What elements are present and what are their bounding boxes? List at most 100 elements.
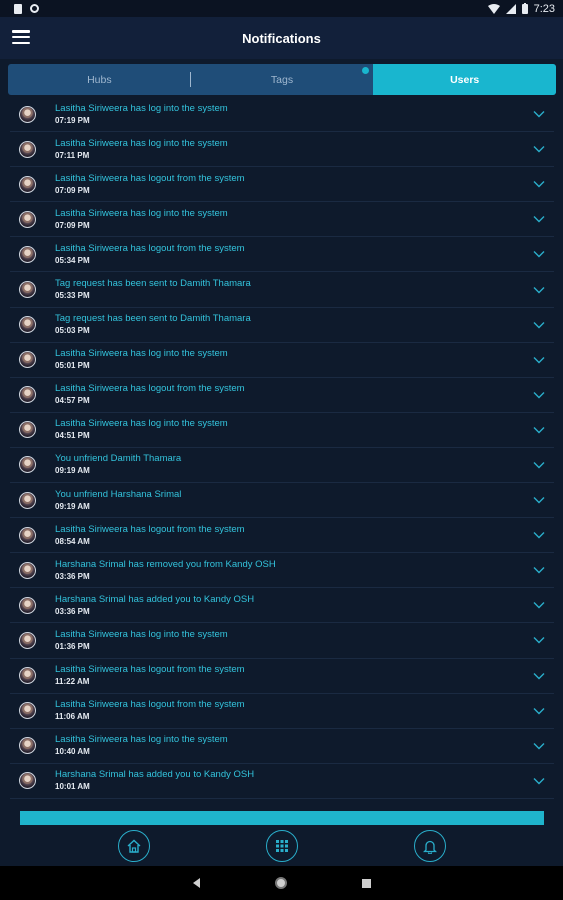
- tab-hubs[interactable]: Hubs: [8, 64, 191, 95]
- notification-row[interactable]: Lasitha Siriweera has logout from the sy…: [10, 237, 554, 273]
- notification-text: Lasitha Siriweera has log into the syste…: [55, 348, 528, 371]
- battery-icon: [521, 3, 528, 14]
- notification-row[interactable]: You unfriend Damith Thamara 09:19 AM: [10, 448, 554, 484]
- sync-icon: [30, 4, 39, 13]
- chevron-down-icon[interactable]: [528, 138, 550, 160]
- notification-time: 05:33 PM: [55, 291, 90, 301]
- notification-row[interactable]: Lasitha Siriweera has log into the syste…: [10, 132, 554, 168]
- chevron-down-icon[interactable]: [528, 559, 550, 581]
- back-icon[interactable]: [192, 878, 200, 888]
- notification-message: Harshana Srimal has added you to Kandy O…: [55, 593, 255, 605]
- home-circle-icon[interactable]: [274, 877, 287, 889]
- tab-label: Hubs: [87, 73, 112, 86]
- notification-message: Lasitha Siriweera has logout from the sy…: [55, 523, 245, 535]
- apps-button[interactable]: [265, 830, 298, 862]
- notification-time: 08:54 AM: [55, 536, 90, 546]
- notification-message: Harshana Srimal has removed you from Kan…: [55, 558, 276, 570]
- avatar: [19, 351, 36, 369]
- chevron-down-icon[interactable]: [528, 208, 550, 230]
- chevron-down-icon[interactable]: [528, 279, 550, 301]
- chevron-down-icon[interactable]: [528, 594, 550, 616]
- chevron-down-icon[interactable]: [528, 384, 550, 406]
- chevron-down-icon[interactable]: [528, 454, 550, 476]
- notification-text: Lasitha Siriweera has logout from the sy…: [55, 664, 528, 687]
- notification-message: Lasitha Siriweera has log into the syste…: [55, 137, 228, 149]
- chevron-down-icon[interactable]: [528, 173, 550, 195]
- notification-message: You unfriend Harshana Srimal: [55, 488, 182, 500]
- grid-icon: [275, 840, 288, 852]
- notification-row[interactable]: Tag request has been sent to Damith Tham…: [10, 308, 554, 343]
- notification-row[interactable]: Lasitha Siriweera has log into the syste…: [10, 729, 554, 764]
- notification-time: 05:01 PM: [55, 361, 90, 371]
- notification-message: Lasitha Siriweera has log into the syste…: [55, 348, 228, 360]
- notification-message: Tag request has been sent to Damith Tham…: [55, 313, 251, 325]
- chevron-down-icon[interactable]: [528, 770, 550, 792]
- chevron-down-icon[interactable]: [528, 243, 550, 265]
- notification-text: Harshana Srimal has removed you from Kan…: [55, 559, 528, 582]
- notification-time: 07:11 PM: [55, 150, 90, 160]
- chevron-down-icon[interactable]: [528, 700, 550, 722]
- notification-text: Lasitha Siriweera has logout from the sy…: [55, 173, 528, 196]
- avatar: [19, 175, 36, 193]
- notification-row[interactable]: Harshana Srimal has added you to Kandy O…: [10, 764, 554, 799]
- chevron-down-icon[interactable]: [528, 629, 550, 651]
- tab-users[interactable]: Users: [373, 64, 556, 95]
- notification-row[interactable]: Tag request has been sent to Damith Tham…: [10, 272, 554, 308]
- avatar: [19, 456, 36, 474]
- chevron-down-icon[interactable]: [528, 314, 550, 336]
- notification-text: Tag request has been sent to Damith Tham…: [55, 278, 528, 301]
- avatar: [19, 772, 36, 790]
- avatar: [19, 667, 36, 685]
- notification-row[interactable]: Harshana Srimal has removed you from Kan…: [10, 553, 554, 589]
- menu-icon[interactable]: [12, 30, 30, 44]
- avatar: [19, 316, 36, 334]
- notification-text: Harshana Srimal has added you to Kandy O…: [55, 594, 528, 617]
- notification-row[interactable]: Lasitha Siriweera has logout from the sy…: [10, 518, 554, 554]
- notification-text: Lasitha Siriweera has log into the syste…: [55, 629, 528, 652]
- status-right: 7:23: [487, 2, 555, 15]
- chevron-down-icon[interactable]: [528, 349, 550, 371]
- chevron-down-icon[interactable]: [528, 489, 550, 511]
- notification-row[interactable]: Lasitha Siriweera has logout from the sy…: [10, 378, 554, 413]
- avatar: [19, 140, 36, 158]
- notification-row[interactable]: Lasitha Siriweera has log into the syste…: [10, 97, 554, 133]
- notification-row[interactable]: Lasitha Siriweera has logout from the sy…: [10, 659, 554, 694]
- notification-row[interactable]: You unfriend Harshana Srimal 09:19 AM: [10, 483, 554, 519]
- notification-row[interactable]: Harshana Srimal has added you to Kandy O…: [10, 588, 554, 624]
- tab-label: Tags: [270, 73, 294, 86]
- notification-row[interactable]: Lasitha Siriweera has log into the syste…: [10, 413, 554, 448]
- notification-time: 09:19 AM: [55, 501, 90, 511]
- bottom-nav: [0, 826, 563, 866]
- home-button[interactable]: [117, 830, 150, 862]
- chevron-down-icon[interactable]: [528, 524, 550, 546]
- avatar: [19, 245, 36, 263]
- chevron-down-icon[interactable]: [528, 103, 550, 125]
- avatar: [19, 386, 36, 404]
- page-title: Notifications: [242, 30, 321, 46]
- notification-time: 05:34 PM: [55, 255, 90, 265]
- notification-row[interactable]: Lasitha Siriweera has logout from the sy…: [10, 694, 554, 729]
- notification-row[interactable]: Lasitha Siriweera has log into the syste…: [10, 202, 554, 238]
- chevron-down-icon[interactable]: [528, 735, 550, 757]
- notification-message: Lasitha Siriweera has log into the syste…: [55, 102, 228, 114]
- notification-text: Harshana Srimal has added you to Kandy O…: [55, 769, 528, 792]
- avatar: [19, 210, 36, 228]
- chevron-down-icon[interactable]: [528, 419, 550, 441]
- loading-bar: [20, 811, 544, 825]
- recents-icon[interactable]: [361, 878, 371, 888]
- status-time: 7:23: [533, 2, 555, 15]
- notification-row[interactable]: Lasitha Siriweera has log into the syste…: [10, 343, 554, 378]
- notifications-button[interactable]: [413, 830, 446, 862]
- notification-text: Lasitha Siriweera has log into the syste…: [55, 208, 528, 231]
- notification-row[interactable]: Lasitha Siriweera has logout from the sy…: [10, 167, 554, 203]
- tab-tags[interactable]: Tags: [191, 64, 374, 95]
- notification-message: You unfriend Damith Thamara: [55, 453, 182, 465]
- notification-time: 01:36 PM: [55, 641, 90, 651]
- notification-message: Lasitha Siriweera has logout from the sy…: [55, 242, 245, 254]
- notification-text: Lasitha Siriweera has logout from the sy…: [55, 243, 528, 266]
- avatar: [19, 702, 36, 720]
- chevron-down-icon[interactable]: [528, 665, 550, 687]
- notification-message: Lasitha Siriweera has log into the syste…: [55, 734, 228, 746]
- notification-row[interactable]: Lasitha Siriweera has log into the syste…: [10, 623, 554, 659]
- notification-text: Lasitha Siriweera has log into the syste…: [55, 103, 528, 126]
